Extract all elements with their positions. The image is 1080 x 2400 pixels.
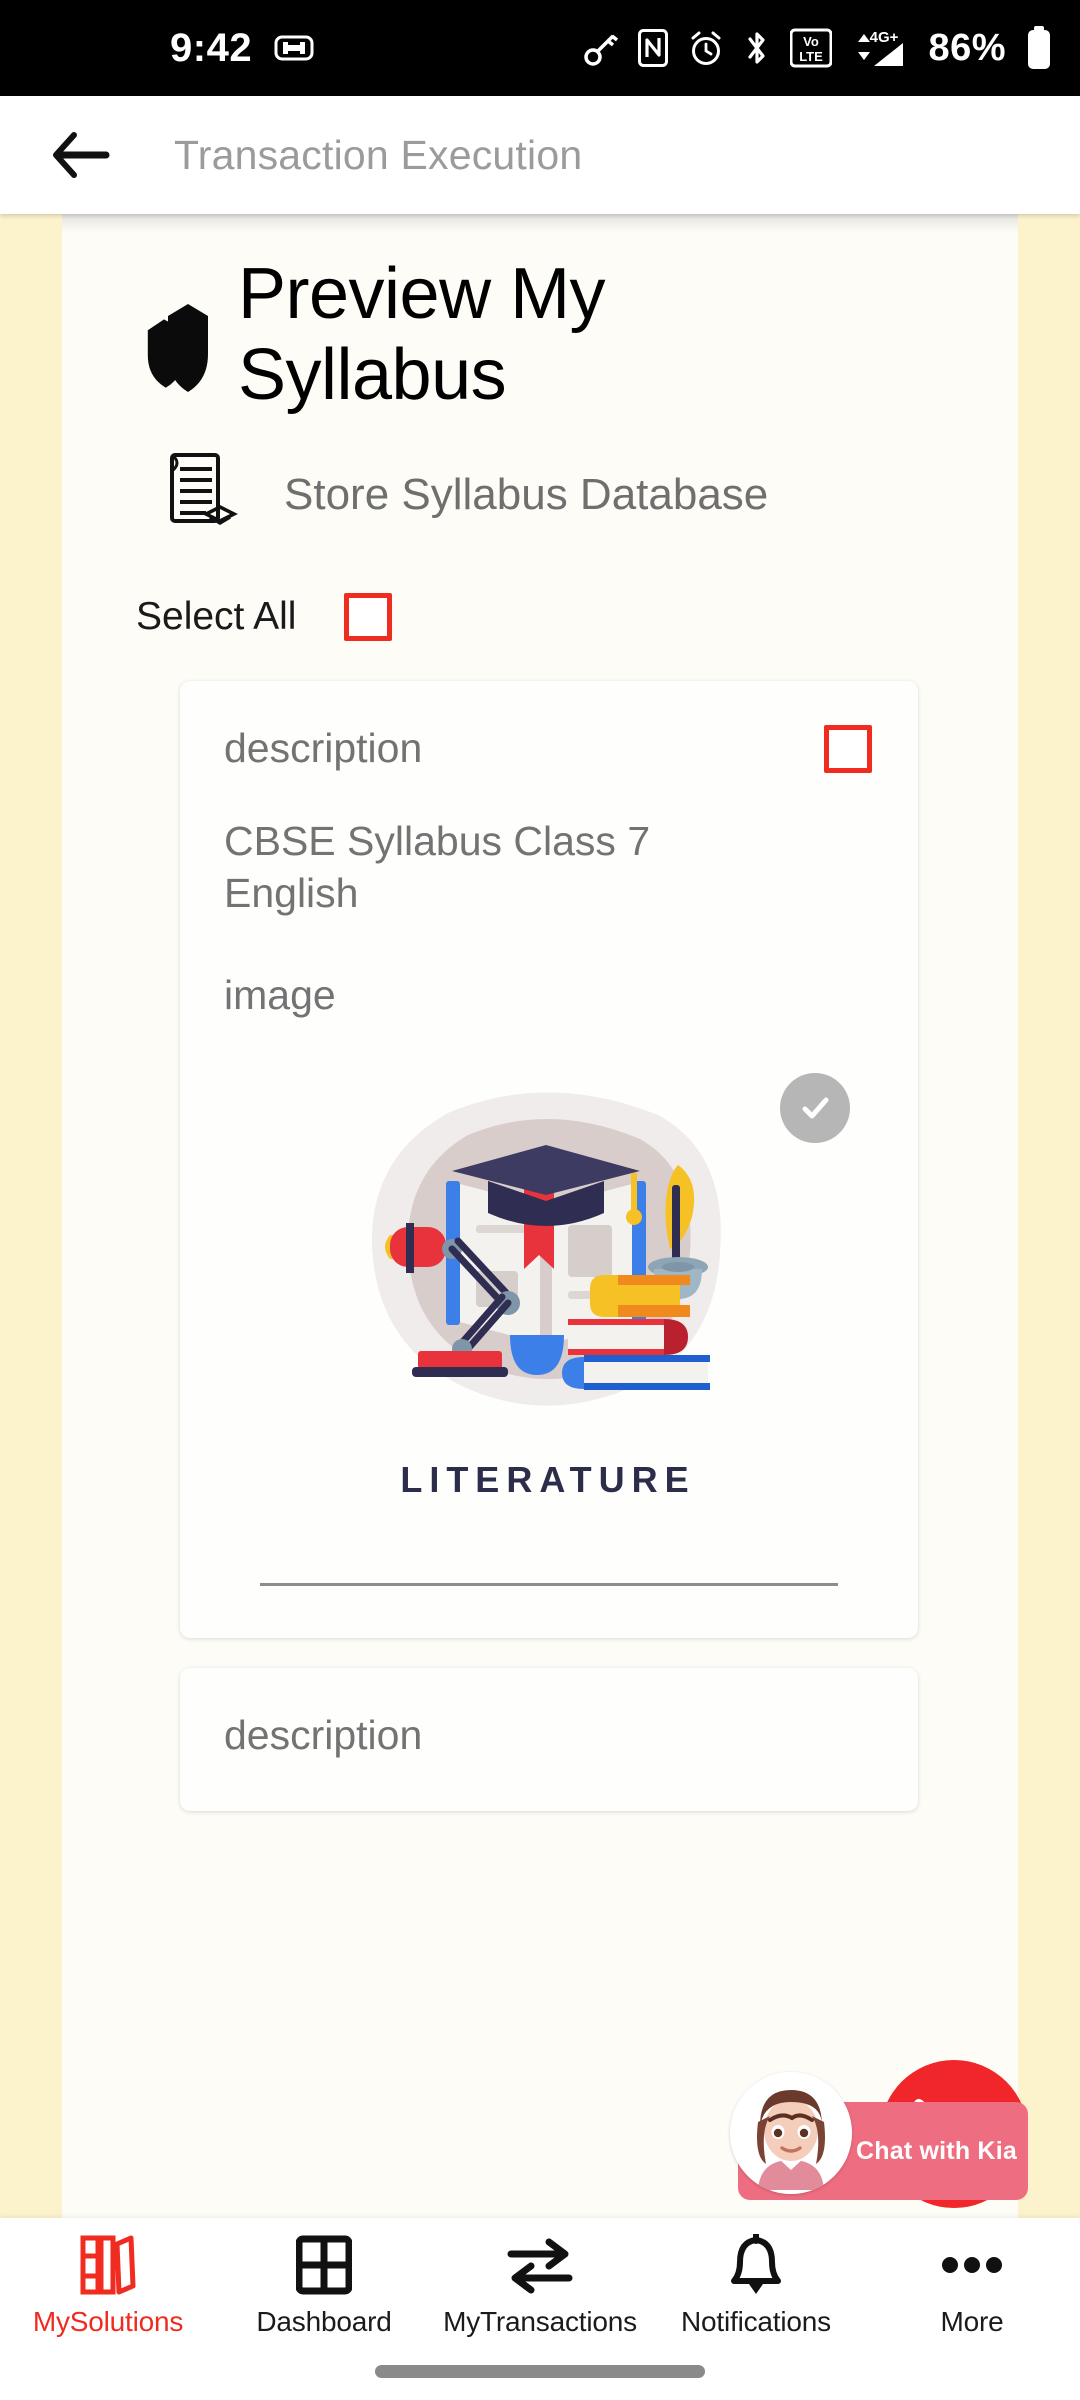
status-bar-clock: 9:42 [170, 25, 253, 70]
status-bar-left: 9:42 [170, 26, 314, 71]
chat-label: Chat with Kia [856, 2136, 1017, 2165]
svg-text:4G+: 4G+ [870, 29, 899, 46]
app-bar: Transaction Execution [0, 96, 1080, 214]
sheet-top-shadow [62, 214, 1018, 232]
bell-icon [729, 2234, 783, 2296]
select-all-checkbox[interactable] [344, 593, 393, 641]
bluetooth-icon [744, 29, 770, 67]
nav-label: MySolutions [32, 2306, 184, 2337]
svg-text:Vo: Vo [804, 34, 820, 49]
select-all-row[interactable]: Select All [62, 541, 1018, 641]
database-document-icon [162, 449, 246, 541]
card-bottom-spacer [224, 1586, 872, 1638]
home-indicator[interactable] [375, 2365, 705, 2378]
nfc-icon [638, 29, 669, 67]
arrow-left-icon[interactable] [50, 127, 112, 183]
nav-item-more[interactable]: More [864, 2234, 1080, 2338]
bottom-navigation: MySolutions Dashboard MyTransactions Not… [0, 2218, 1080, 2400]
battery-icon [1026, 26, 1052, 70]
illustration-caption: LITERATURE [400, 1458, 696, 1500]
svg-text:LTE: LTE [800, 49, 824, 64]
page-title: Transaction Execution [174, 131, 583, 178]
subsection-label: Store Syllabus Database [284, 470, 769, 519]
nav-label: MyTransactions [443, 2306, 637, 2337]
image-key-label: image [224, 971, 336, 1018]
description-value: CBSE Syllabus Class 7 English [224, 818, 651, 917]
key-icon [584, 30, 619, 66]
usb-plug-icon [274, 34, 314, 62]
books-icon [79, 2234, 137, 2296]
card-header-row: description [224, 725, 872, 773]
nav-item-notifications[interactable]: Notifications [648, 2234, 864, 2338]
page-background: Preview My Syllabus Store Syllabus Datab… [0, 214, 1080, 2218]
nav-item-dashboard[interactable]: Dashboard [216, 2234, 432, 2338]
signal-icon: 4G+ [852, 26, 908, 70]
battery-percent: 86% [928, 26, 1006, 69]
nav-item-mysolutions[interactable]: MySolutions [0, 2234, 216, 2338]
ellipsis-icon [939, 2234, 1005, 2296]
bottom-nav-items: MySolutions Dashboard MyTransactions Not… [0, 2218, 1080, 2352]
select-all-label: Select All [136, 595, 297, 638]
card-header-row: description [224, 1712, 872, 1759]
literature-illustration [371, 1092, 721, 1406]
card-image-area: LITERATURE [224, 1053, 872, 1529]
syllabus-card[interactable]: description [180, 1667, 918, 1811]
status-bar: 9:42 Vo LTE 4G+ 86% [0, 0, 1080, 96]
nav-label: More [940, 2306, 1004, 2337]
volte-icon: Vo LTE [790, 27, 833, 69]
check-circle-icon [780, 1072, 850, 1143]
card-bottom-spacer [224, 1759, 872, 1811]
nav-item-mytransactions[interactable]: MyTransactions [432, 2234, 648, 2338]
description-key-label: description [224, 1711, 423, 1758]
shield-icon [132, 254, 228, 421]
description-key-label: description [224, 725, 423, 771]
subsection-row: Store Syllabus Database [62, 421, 1018, 541]
kia-avatar [730, 2072, 852, 2194]
chat-widget[interactable]: Chat with Kia [730, 2060, 1028, 2208]
nav-label: Dashboard [256, 2306, 392, 2337]
nav-label: Notifications [681, 2306, 831, 2337]
status-bar-right: Vo LTE 4G+ 86% [584, 26, 1052, 70]
hero-section: Preview My Syllabus [62, 214, 1018, 421]
alarm-icon [688, 29, 724, 67]
syllabus-card[interactable]: description CBSE Syllabus Class 7 Englis… [180, 681, 918, 1638]
hero-title: Preview My Syllabus [238, 254, 606, 416]
exchange-arrows-icon [505, 2234, 575, 2296]
card-list: description CBSE Syllabus Class 7 Englis… [62, 641, 1018, 1811]
content-sheet: Preview My Syllabus Store Syllabus Datab… [62, 214, 1018, 2218]
card-checkbox[interactable] [824, 725, 872, 773]
grid-icon [296, 2234, 352, 2296]
